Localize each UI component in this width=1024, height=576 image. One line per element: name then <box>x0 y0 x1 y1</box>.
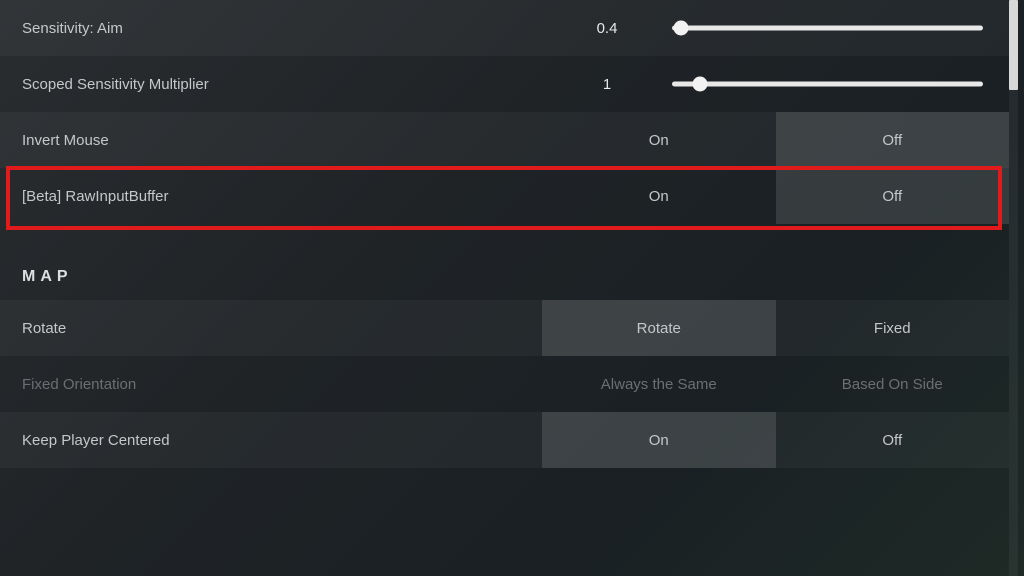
label-sensitivity-aim: Sensitivity: Aim <box>22 20 542 37</box>
scrollbar-vertical[interactable] <box>1009 0 1018 576</box>
option-keep-centered-on[interactable]: On <box>542 412 776 468</box>
slider-sensitivity-aim[interactable] <box>672 18 1009 38</box>
section-header-map: MAP <box>0 254 1009 300</box>
option-raw-input-off[interactable]: Off <box>776 168 1010 224</box>
scrollbar-thumb[interactable] <box>1009 0 1018 90</box>
slider-scoped-sensitivity[interactable] <box>672 74 1009 94</box>
label-scoped-sensitivity: Scoped Sensitivity Multiplier <box>22 76 542 93</box>
slider-thumb[interactable] <box>692 77 707 92</box>
slider-thumb[interactable] <box>674 21 689 36</box>
option-keep-centered-off[interactable]: Off <box>776 412 1010 468</box>
slider-track <box>672 82 983 87</box>
row-fixed-orientation: Fixed Orientation Always the Same Based … <box>0 356 1009 412</box>
settings-panel: Sensitivity: Aim 0.4 Scoped Sensitivity … <box>0 0 1009 576</box>
label-raw-input-buffer: [Beta] RawInputBuffer <box>22 188 542 205</box>
option-rotate-rotate[interactable]: Rotate <box>542 300 776 356</box>
value-scoped-sensitivity[interactable]: 1 <box>542 76 672 93</box>
label-rotate: Rotate <box>22 320 542 337</box>
option-invert-mouse-on[interactable]: On <box>542 112 776 168</box>
row-rotate: Rotate Rotate Fixed <box>0 300 1009 356</box>
label-fixed-orientation: Fixed Orientation <box>22 376 542 393</box>
option-fixed-orientation-same: Always the Same <box>542 356 776 412</box>
option-fixed-orientation-side: Based On Side <box>776 356 1010 412</box>
value-sensitivity-aim[interactable]: 0.4 <box>542 20 672 37</box>
section-gap <box>0 224 1009 254</box>
row-raw-input-buffer: [Beta] RawInputBuffer On Off <box>0 168 1009 224</box>
slider-track <box>672 26 983 31</box>
row-scoped-sensitivity: Scoped Sensitivity Multiplier 1 <box>0 56 1009 112</box>
row-keep-player-centered: Keep Player Centered On Off <box>0 412 1009 468</box>
option-rotate-fixed[interactable]: Fixed <box>776 300 1010 356</box>
row-invert-mouse: Invert Mouse On Off <box>0 112 1009 168</box>
label-invert-mouse: Invert Mouse <box>22 132 542 149</box>
row-sensitivity-aim: Sensitivity: Aim 0.4 <box>0 0 1009 56</box>
label-keep-player-centered: Keep Player Centered <box>22 432 542 449</box>
option-raw-input-on[interactable]: On <box>542 168 776 224</box>
option-invert-mouse-off[interactable]: Off <box>776 112 1010 168</box>
